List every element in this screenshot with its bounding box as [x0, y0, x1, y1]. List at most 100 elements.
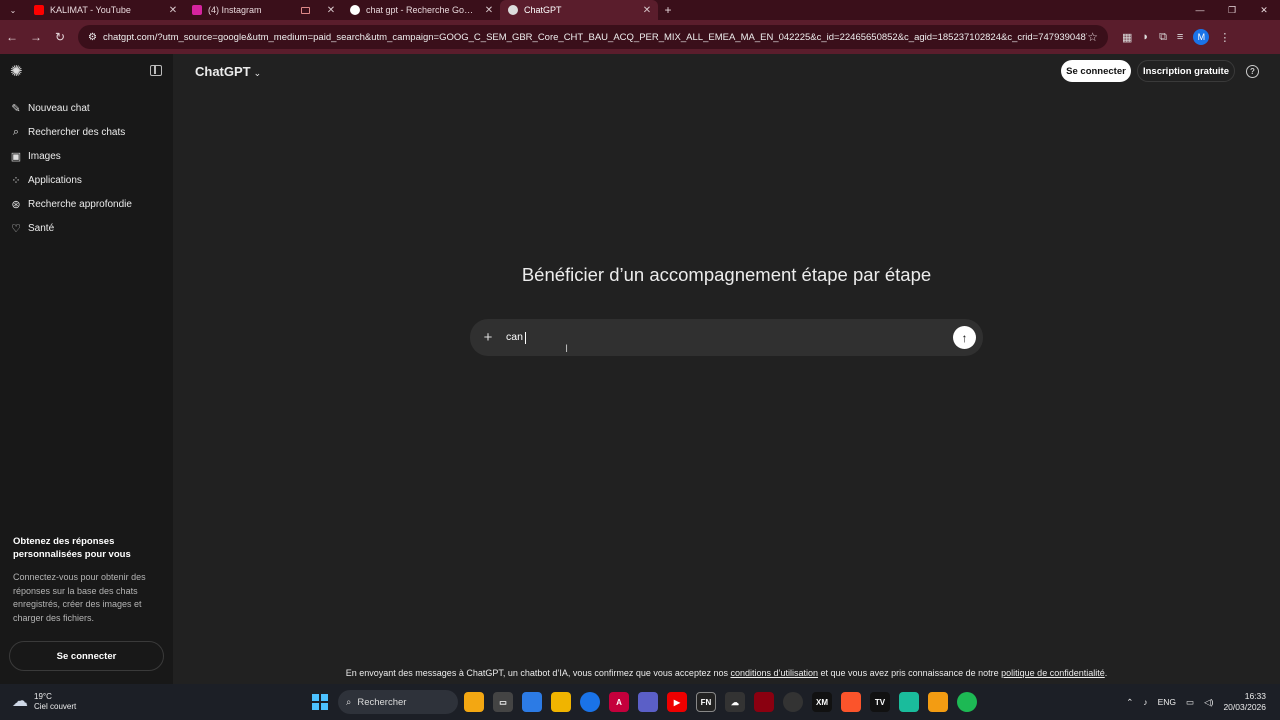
sidebar-toggle-icon[interactable] — [150, 65, 162, 76]
sidebar-item-label: Rechercher des chats — [28, 126, 126, 138]
puzzle-icon[interactable]: ⧉ — [1159, 31, 1167, 44]
sidebar-item-applications[interactable]: ⁘ Applications — [10, 168, 165, 192]
app-icon[interactable]: ☁ — [725, 692, 745, 712]
minimize-icon[interactable]: — — [1184, 5, 1216, 16]
terms-link[interactable]: conditions d’utilisation — [730, 668, 818, 678]
legal-footer: En envoyant des messages à ChatGPT, un c… — [173, 668, 1280, 678]
close-icon[interactable]: ✕ — [640, 5, 654, 16]
page-title: Bénéficier d’un accompagnement étape par… — [521, 264, 932, 285]
app-icon[interactable]: FN — [696, 692, 716, 712]
sidebar-item-deep-research[interactable]: ⊛ Recherche approfondie — [10, 192, 165, 216]
chevron-up-icon[interactable]: ⌃ — [1126, 697, 1133, 708]
clock[interactable]: 16:33 20/03/2026 — [1223, 691, 1266, 713]
close-icon[interactable]: ✕ — [166, 5, 180, 16]
fl-studio-icon[interactable] — [928, 692, 948, 712]
sidebar-item-search[interactable]: ⌕ Rechercher des chats — [10, 120, 165, 144]
sidebar-login-button[interactable]: Se connecter — [9, 641, 164, 671]
taskbar-search[interactable]: ⌕ Rechercher — [338, 690, 458, 714]
restore-icon[interactable]: ❐ — [1216, 5, 1248, 16]
copilot-icon[interactable] — [522, 692, 542, 712]
file-explorer-icon[interactable] — [551, 692, 571, 712]
tab-title: (4) Instagram — [208, 5, 262, 15]
send-button[interactable]: ↑ — [953, 326, 976, 349]
back-icon[interactable]: ← — [0, 30, 24, 44]
reload-icon[interactable]: ↻ — [48, 30, 72, 44]
tab-youtube[interactable]: KALIMAT - YouTube ✕ — [26, 0, 184, 20]
weather-temp: 19°C — [34, 692, 52, 701]
chevron-down-icon: ⌄ — [253, 68, 262, 78]
volume-icon[interactable]: ◁) — [1204, 697, 1213, 708]
menu-icon[interactable]: ⋮ — [1219, 31, 1230, 44]
widgets-icon[interactable] — [464, 692, 484, 712]
media-controls-icon[interactable]: ≡ — [1177, 31, 1183, 43]
app-icon[interactable]: A — [609, 692, 629, 712]
close-window-icon[interactable]: ✕ — [1248, 5, 1280, 16]
app-icon[interactable] — [754, 692, 774, 712]
prompt-composer[interactable]: + can ↑ — [470, 319, 983, 356]
url-field[interactable]: ⚙ chatgpt.com/?utm_source=google&utm_med… — [78, 25, 1108, 49]
signup-button[interactable]: Inscription gratuite — [1137, 60, 1235, 82]
teams-icon[interactable] — [638, 692, 658, 712]
app-icon[interactable] — [783, 692, 803, 712]
weather-desc: Ciel couvert — [34, 702, 77, 711]
sidebar-item-new-chat[interactable]: ✎ Nouveau chat — [10, 96, 165, 120]
media-icon — [301, 6, 310, 14]
youtube-icon — [34, 5, 44, 15]
network-icon[interactable]: ▭ — [1186, 697, 1194, 708]
youtube-taskbar-icon[interactable]: ▶ — [667, 692, 687, 712]
close-icon[interactable]: ✕ — [482, 5, 496, 16]
extension-icon[interactable]: ▦ — [1122, 31, 1132, 44]
chrome-icon[interactable] — [580, 692, 600, 712]
telescope-icon: ⊛ — [11, 198, 21, 211]
task-view-icon[interactable]: ▭ — [493, 692, 513, 712]
browser-tab-bar: ⌄ KALIMAT - YouTube ✕ (4) Instagram ✕ ch… — [0, 0, 1280, 20]
help-icon[interactable]: ? — [1246, 65, 1259, 78]
tab-chatgpt[interactable]: ChatGPT ✕ — [500, 0, 658, 20]
text-caret — [524, 331, 526, 344]
sidebar-item-label: Nouveau chat — [28, 102, 90, 114]
weather-widget[interactable]: ☁ 19°C Ciel couvert — [12, 692, 302, 712]
tab-title: KALIMAT - YouTube — [50, 5, 131, 15]
privacy-link[interactable]: politique de confidentialité — [1001, 668, 1105, 678]
brave-icon[interactable] — [841, 692, 861, 712]
sidebar: ✺ ✎ Nouveau chat ⌕ Rechercher des chats … — [0, 54, 173, 684]
profile-avatar[interactable]: M — [1193, 29, 1210, 45]
search-icon: ⌕ — [12, 125, 20, 138]
heart-icon: ♡ — [11, 222, 21, 235]
chatgpt-logo-icon[interactable]: ✺ — [10, 64, 26, 80]
cloud-icon: ☁ — [12, 693, 28, 710]
instagram-icon — [192, 5, 202, 15]
close-icon[interactable]: ✕ — [324, 5, 338, 16]
xm-icon[interactable]: XM — [812, 692, 832, 712]
translate-icon[interactable]: ◗ — [1142, 31, 1149, 43]
app-icon[interactable] — [899, 692, 919, 712]
main-area: ChatGPT ⌄ Se connecter Inscription gratui… — [173, 54, 1280, 684]
new-tab-button[interactable]: + — [658, 3, 678, 17]
footer-text: . — [1104, 668, 1108, 678]
language-indicator[interactable]: ENG — [1158, 697, 1176, 707]
microphone-icon[interactable]: ♪ — [1143, 697, 1147, 707]
forward-icon[interactable]: → — [24, 30, 48, 44]
windows-taskbar: ☁ 19°C Ciel couvert ⌕ Rechercher ▭ A ▶ F… — [0, 684, 1280, 720]
tab-search-dropdown[interactable]: ⌄ — [0, 6, 26, 15]
sidebar-item-health[interactable]: ♡ Santé — [10, 216, 165, 240]
model-name: ChatGPT — [195, 64, 251, 79]
sidebar-item-images[interactable]: ▣ Images — [10, 144, 165, 168]
spotify-icon[interactable] — [957, 692, 977, 712]
prompt-input[interactable]: can — [506, 331, 526, 344]
sidebar-item-label: Images — [28, 150, 61, 162]
tab-google[interactable]: chat gpt - Recherche Google ✕ — [342, 0, 500, 20]
system-tray: ⌃ ♪ ENG ▭ ◁) 16:33 20/03/2026 — [1126, 691, 1266, 713]
login-button[interactable]: Se connecter — [1061, 60, 1131, 82]
tab-instagram[interactable]: (4) Instagram ✕ — [184, 0, 342, 20]
tab-title: ChatGPT — [524, 5, 562, 15]
tradingview-icon[interactable]: TV — [870, 692, 890, 712]
windows-start-icon[interactable] — [312, 694, 328, 710]
chatgpt-icon — [508, 5, 518, 15]
model-selector[interactable]: ChatGPT ⌄ — [195, 64, 261, 79]
search-icon: ⌕ — [346, 696, 352, 708]
plus-icon[interactable]: + — [470, 329, 506, 346]
footer-text: En envoyant des messages à ChatGPT, un c… — [345, 668, 731, 678]
site-info-icon[interactable]: ⚙ — [88, 32, 97, 43]
bookmark-star-icon[interactable]: ☆ — [1087, 30, 1098, 44]
